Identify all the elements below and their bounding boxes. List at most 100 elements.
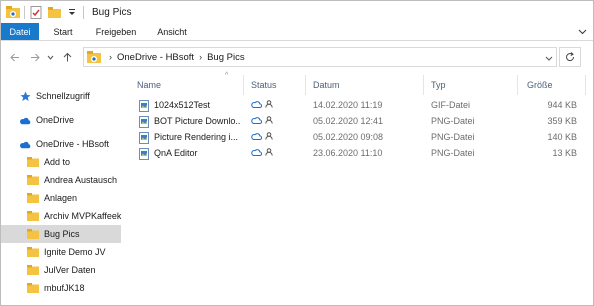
nav-item-archiv-mvpkaffeekl[interactable]: Archiv MVPKaffeekl	[1, 207, 121, 225]
column-divider[interactable]	[423, 75, 424, 95]
column-divider[interactable]	[585, 75, 586, 95]
nav-item-julver-daten[interactable]: JulVer Daten	[1, 261, 121, 279]
folder-icon	[27, 246, 39, 258]
cloud-outline-icon	[251, 101, 262, 108]
breadcrumb-separator-icon[interactable]: ›	[109, 52, 112, 62]
image-file-icon	[139, 148, 149, 160]
star-icon	[19, 90, 31, 102]
file-row[interactable]: BOT Picture Downlo... 05.02.2020 12:41 P…	[125, 115, 593, 129]
breadcrumb-separator-icon[interactable]: ›	[199, 52, 202, 62]
customize-toolbar-chevron-icon[interactable]	[65, 5, 79, 19]
folder-icon	[27, 174, 39, 186]
cloud-icon	[19, 114, 31, 126]
cloud-outline-icon	[251, 117, 262, 124]
nav-item-onedrive-hbsoft[interactable]: OneDrive - HBsoft	[1, 135, 121, 153]
recent-locations-chevron-icon[interactable]	[45, 49, 55, 65]
breadcrumb-onedrive-hbsoft[interactable]: OneDrive - HBsoft	[117, 52, 194, 63]
new-folder-icon[interactable]	[47, 5, 61, 19]
cloud-outline-icon	[251, 149, 262, 156]
folder-icon	[27, 210, 39, 222]
nav-item-label: JulVer Daten	[44, 265, 96, 275]
sync-status	[251, 148, 273, 156]
file-name: Picture Rendering i...	[154, 132, 239, 142]
folder-icon	[27, 228, 39, 240]
refresh-button[interactable]	[559, 47, 581, 67]
explorer-app-icon[interactable]	[6, 5, 20, 19]
nav-item-label: OneDrive - HBsoft	[36, 139, 110, 149]
divider	[83, 5, 84, 19]
sync-status	[251, 100, 273, 108]
column-date[interactable]: Datum	[313, 80, 340, 90]
nav-item-schnellzugriff[interactable]: Schnellzugriff	[1, 87, 121, 105]
nav-item-add-to[interactable]: Add to	[1, 153, 121, 171]
column-divider[interactable]	[243, 75, 244, 95]
breadcrumb-bug-pics[interactable]: Bug Pics	[207, 52, 245, 63]
nav-item-onedrive[interactable]: OneDrive	[1, 111, 121, 129]
explorer-window: Bug Pics Datei Start Freigeben Ansicht ›…	[0, 0, 594, 306]
tab-freigeben[interactable]: Freigeben	[87, 23, 145, 40]
file-row[interactable]: Picture Rendering i... 05.02.2020 09:08 …	[125, 131, 593, 145]
nav-item-label: Schnellzugriff	[36, 91, 90, 101]
expand-ribbon-chevron-icon[interactable]	[578, 27, 587, 37]
column-size[interactable]: Größe	[527, 80, 553, 90]
nav-item-bug-pics[interactable]: Bug Pics	[1, 225, 121, 243]
file-name: 1024x512Test	[154, 100, 211, 110]
folder-icon	[27, 156, 39, 168]
column-divider[interactable]	[517, 75, 518, 95]
file-date: 14.02.2020 11:19	[313, 100, 383, 110]
column-name[interactable]: Name	[137, 80, 161, 90]
file-type: GIF-Datei	[431, 100, 471, 110]
file-date: 23.06.2020 11:10	[313, 148, 383, 158]
file-size: 359 KB	[547, 116, 577, 126]
file-date: 05.02.2020 12:41	[313, 116, 384, 126]
nav-item-anlagen[interactable]: Anlagen	[1, 189, 121, 207]
address-history-chevron-icon[interactable]	[545, 53, 553, 63]
tab-datei[interactable]: Datei	[1, 23, 39, 40]
image-file-icon	[139, 132, 149, 144]
tab-start[interactable]: Start	[39, 23, 87, 40]
up-arrow-icon[interactable]	[59, 49, 75, 65]
shared-person-icon	[265, 132, 273, 140]
folder-icon	[27, 264, 39, 276]
nav-item-label: Bug Pics	[44, 229, 80, 239]
file-size: 140 KB	[547, 132, 577, 142]
image-file-icon	[139, 100, 149, 112]
file-size: 13 KB	[552, 148, 577, 158]
column-divider[interactable]	[305, 75, 306, 95]
column-status[interactable]: Status	[251, 80, 277, 90]
navigation-pane: Schnellzugriff OneDrive OneDrive - HBsof…	[1, 77, 125, 306]
nav-item-mbufjk18[interactable]: mbufJK18	[1, 279, 121, 297]
cloud-outline-icon	[251, 133, 262, 140]
file-name: BOT Picture Downlo...	[154, 116, 240, 126]
nav-item-label: Andrea Austausch	[44, 175, 118, 185]
onedrive-folder-icon	[87, 51, 101, 63]
title-bar: Bug Pics	[1, 1, 593, 23]
nav-item-label: Ignite Demo JV	[44, 247, 106, 257]
properties-icon[interactable]	[29, 5, 43, 19]
shared-person-icon	[265, 148, 273, 156]
nav-item-andrea-austausch[interactable]: Andrea Austausch	[1, 171, 121, 189]
cloud-icon	[19, 138, 31, 150]
ribbon-controls	[578, 23, 593, 40]
forward-arrow-icon[interactable]	[27, 49, 43, 65]
nav-item-ignite-demo-jv[interactable]: Ignite Demo JV	[1, 243, 121, 261]
refresh-icon	[566, 52, 575, 62]
file-type: PNG-Datei	[431, 148, 475, 158]
back-arrow-icon[interactable]	[7, 49, 23, 65]
file-type: PNG-Datei	[431, 132, 475, 142]
ribbon-tabs: Datei Start Freigeben Ansicht	[1, 23, 593, 41]
folder-icon	[27, 282, 39, 294]
shared-person-icon	[265, 116, 273, 124]
window-title: Bug Pics	[92, 6, 132, 18]
folder-icon	[27, 192, 39, 204]
address-bar[interactable]: › OneDrive - HBsoft › Bug Pics	[83, 47, 557, 67]
file-row[interactable]: 1024x512Test 14.02.2020 11:19 GIF-Datei …	[125, 99, 593, 113]
image-file-icon	[139, 116, 149, 128]
divider	[24, 5, 25, 19]
nav-item-label: Anlagen	[44, 193, 78, 203]
file-row[interactable]: QnA Editor 23.06.2020 11:10 PNG-Datei 13…	[125, 147, 593, 161]
column-type[interactable]: Typ	[431, 80, 446, 90]
file-type: PNG-Datei	[431, 116, 475, 126]
nav-item-label: OneDrive	[36, 115, 75, 125]
tab-ansicht[interactable]: Ansicht	[145, 23, 199, 40]
